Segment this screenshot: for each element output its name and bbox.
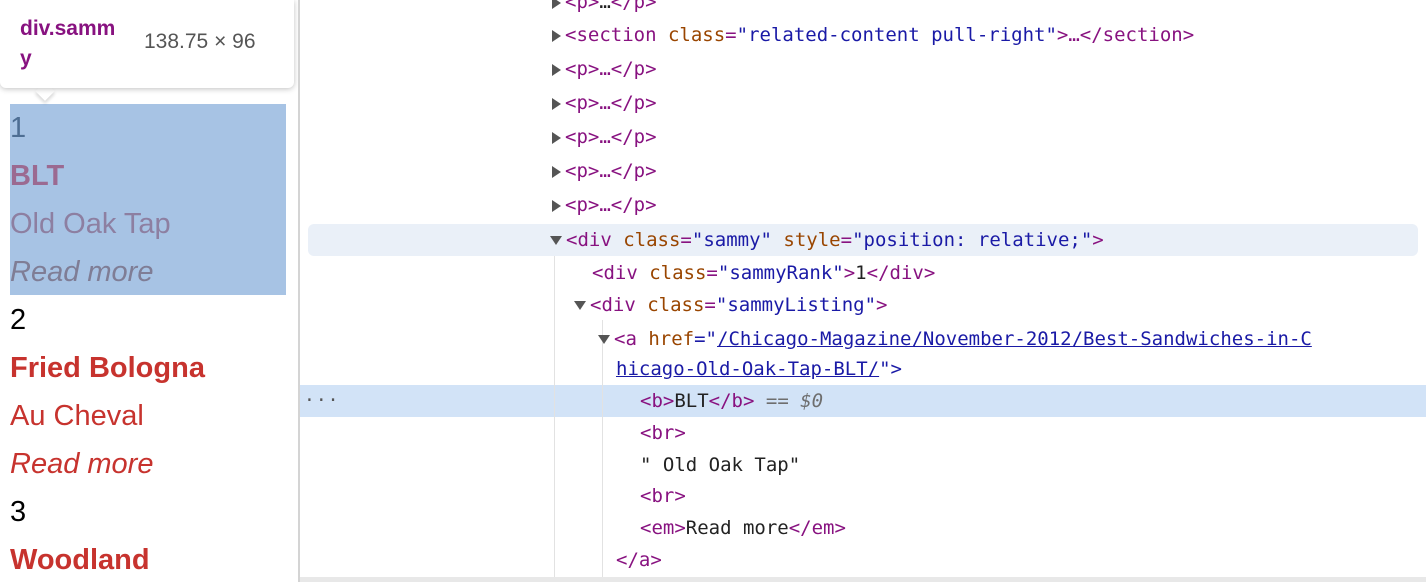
element-tooltip: div.sammy 138.75 × 96 <box>0 0 294 88</box>
read-more-link[interactable]: Read more <box>10 248 153 296</box>
sammy-rank: 1 <box>10 112 27 144</box>
dom-node-div-sammy[interactable]: <div class="sammy" style="position: rela… <box>550 224 1104 256</box>
dom-node-p[interactable]: <p>…</p> <box>552 121 657 153</box>
tag-open: <div <box>590 294 636 316</box>
sammy-title-link[interactable]: BLT <box>10 152 64 200</box>
dom-node-a-close[interactable]: </a> <box>616 544 662 576</box>
attr-name: class <box>623 229 681 251</box>
attr-name: class <box>647 294 705 316</box>
elements-panel: ··· <p>…</p> <section class="related-con… <box>300 0 1426 582</box>
attr-value: "related-content pull-right" <box>736 24 1057 46</box>
tag-close: </div> <box>866 262 936 284</box>
attr-name: class <box>649 262 707 284</box>
expand-triangle-icon[interactable] <box>552 165 561 178</box>
sammy-venue-link[interactable]: Old Oak Tap <box>10 200 171 248</box>
attr-value: "sammyRank" <box>717 262 844 284</box>
read-more-link[interactable]: Read more <box>10 440 153 488</box>
tag-close: </p> <box>610 0 657 13</box>
tag-br: <br> <box>640 485 686 507</box>
selected-node-row <box>300 385 1426 417</box>
dom-node-em[interactable]: <em>Read more</em> <box>640 512 846 544</box>
attr-eq: = <box>725 24 737 46</box>
dom-node-sammy-rank[interactable]: <div class="sammyRank">1</div> <box>592 257 935 289</box>
page-preview: 1 BLT Old Oak Tap Read more 2 Fried Bolo… <box>0 0 298 582</box>
dom-node-b[interactable]: <b>BLT</b> == $0 <box>640 385 823 417</box>
expand-triangle-icon[interactable] <box>552 131 561 144</box>
attr-value: "sammy" <box>691 229 772 251</box>
dom-node-p[interactable]: <p>…</p> <box>552 189 657 221</box>
tag-close: "> <box>879 358 902 380</box>
tag-close: > <box>1092 229 1104 251</box>
tag-collapsed: <p>…</p> <box>565 92 657 114</box>
dom-node-anchor[interactable]: <a href="/Chicago-Magazine/November-2012… <box>598 323 1312 355</box>
attr-value: "position: relative;" <box>852 229 1093 251</box>
attr-name: style <box>783 229 841 251</box>
text-node: 1 <box>855 262 867 284</box>
tag-collapsed: <p>…</p> <box>565 126 657 148</box>
attr-value: "sammyListing" <box>715 294 877 316</box>
indent-guide <box>554 256 555 577</box>
href-link[interactable]: /Chicago-Magazine/November-2012/Best-San… <box>717 328 1312 350</box>
attr-name: class <box>667 24 726 46</box>
sammy-title-link[interactable]: Fried Bologna <box>10 344 205 392</box>
collapse-triangle-icon[interactable] <box>598 335 610 344</box>
tooltip-arrow-cover <box>30 76 60 88</box>
collapse-triangle-icon[interactable] <box>574 301 586 310</box>
sammy-rank: 2 <box>10 304 27 336</box>
tag-open: <div <box>592 262 638 284</box>
tag-collapsed: <p>…</p> <box>565 160 657 182</box>
tag-open: <p> <box>565 0 600 13</box>
sammy-title-link[interactable]: Woodland <box>10 536 150 582</box>
dom-node-br[interactable]: <br> <box>640 480 686 512</box>
tag-close: > <box>876 294 888 316</box>
tooltip-element-name: div.sammy <box>20 17 116 70</box>
dom-node-br[interactable]: <br> <box>640 417 686 449</box>
expand-triangle-icon[interactable] <box>552 29 561 42</box>
console-ref: == $0 <box>765 390 824 412</box>
tag-open: <div <box>566 229 612 251</box>
attr-name: href <box>648 328 695 350</box>
tag-br: <br> <box>640 422 686 444</box>
expand-triangle-icon[interactable] <box>552 63 561 76</box>
collapse-triangle-icon[interactable] <box>550 236 562 245</box>
text-node: Read more <box>685 517 789 539</box>
text-node: " Old Oak Tap" <box>640 454 801 476</box>
dom-node-p[interactable]: <p>…</p> <box>552 0 657 18</box>
dom-node-sammy-listing[interactable]: <div class="sammyListing"> <box>574 289 887 321</box>
tag-gt: > <box>843 262 856 284</box>
dom-node-anchor-wrap[interactable]: hicago-Old-Oak-Tap-BLT/"> <box>616 353 902 385</box>
tag-close: >…</section> <box>1056 24 1195 46</box>
tag-collapsed: <p>…</p> <box>565 194 657 216</box>
ellipsis: … <box>599 0 611 13</box>
href-link[interactable]: hicago-Old-Oak-Tap-BLT/ <box>616 358 879 380</box>
tag-close: </b> <box>708 390 755 412</box>
indent-guide <box>602 320 603 577</box>
tag-open: <em> <box>640 517 686 539</box>
sammy-venue-link[interactable]: Au Cheval <box>10 392 144 440</box>
tooltip-dimensions: 138.75 × 96 <box>144 30 256 53</box>
dom-node-p[interactable]: <p>…</p> <box>552 53 657 85</box>
tag-open: <b> <box>640 390 675 412</box>
dom-text-node[interactable]: " Old Oak Tap" <box>640 449 800 481</box>
expand-triangle-icon[interactable] <box>552 0 561 9</box>
horizontal-scrollbar[interactable] <box>300 577 1426 582</box>
expand-triangle-icon[interactable] <box>552 199 561 212</box>
more-options-icon[interactable]: ··· <box>304 385 340 417</box>
expand-triangle-icon[interactable] <box>552 97 561 110</box>
tag-close: </em> <box>788 517 846 539</box>
attr-eq: =" <box>694 328 717 350</box>
dom-node-p[interactable]: <p>…</p> <box>552 155 657 187</box>
text-node: BLT <box>674 390 709 412</box>
tag-open: <section <box>565 24 657 46</box>
sammy-rank: 3 <box>10 496 27 528</box>
tag-collapsed: <p>…</p> <box>565 58 657 80</box>
tag-open: <a <box>614 328 637 350</box>
dom-node-section[interactable]: <section class="related-content pull-rig… <box>552 19 1194 51</box>
dom-node-p[interactable]: <p>…</p> <box>552 87 657 119</box>
tag-close: </a> <box>616 549 662 571</box>
